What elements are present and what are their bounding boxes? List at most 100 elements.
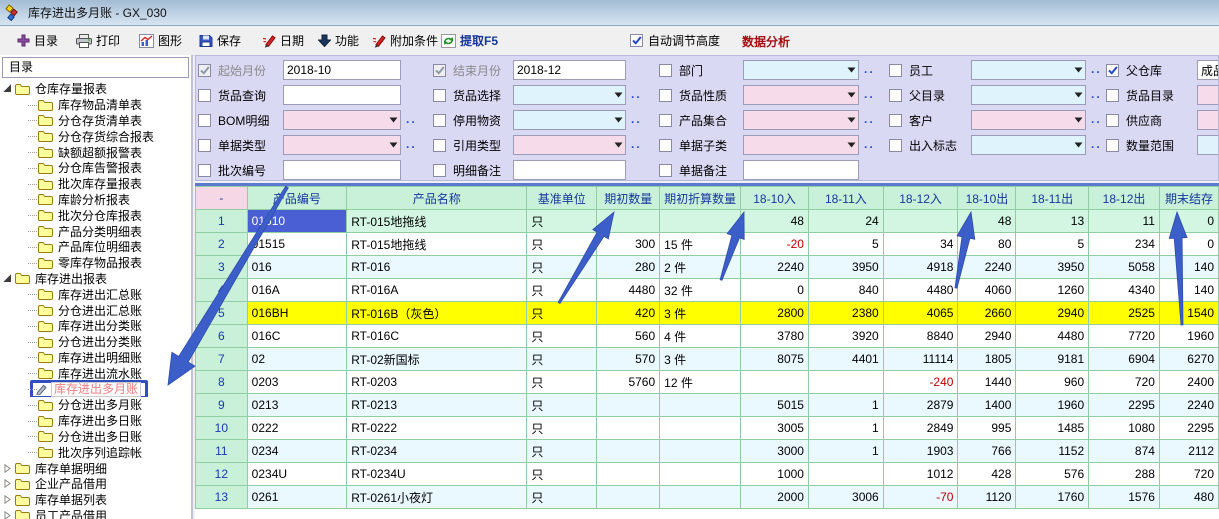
tree-item[interactable]: 分仓存货综合报表 [0,128,191,144]
cell[interactable]: 只 [527,417,597,440]
cell[interactable]: 480 [1159,486,1218,509]
cell[interactable]: 80 [958,233,1016,256]
cell[interactable]: 570 [597,348,660,371]
cell[interactable] [660,394,741,417]
row-number[interactable]: 2 [196,233,248,256]
cell[interactable]: 7720 [1089,325,1160,348]
cell[interactable]: 4065 [883,302,958,325]
goods-query-checkbox[interactable] [198,89,211,102]
cell[interactable]: 只 [527,440,597,463]
qty-range-checkbox[interactable] [1106,139,1119,152]
cell[interactable] [597,417,660,440]
cell[interactable] [660,210,741,233]
cell[interactable]: 016BH [247,302,347,325]
cell[interactable]: RT-0213 [347,394,527,417]
cell[interactable]: 9181 [1016,348,1089,371]
cell[interactable]: 3950 [808,256,883,279]
column-header[interactable]: 18-12入 [883,187,958,210]
cell[interactable]: 只 [527,394,597,417]
menu-button[interactable]: 目录 [14,30,61,51]
cell[interactable]: 2112 [1159,440,1218,463]
start-month-checkbox[interactable] [198,64,211,77]
cell[interactable]: 2879 [883,394,958,417]
ellipsis-button[interactable]: .. [864,87,875,101]
cell[interactable]: 3 件 [660,302,741,325]
cell[interactable]: 0234U [247,463,347,486]
cell[interactable]: 288 [1089,463,1160,486]
parent-category-dropdown[interactable] [971,85,1086,105]
cell[interactable] [741,371,809,394]
column-header[interactable]: 基准单位 [527,187,597,210]
tree-item[interactable]: 批次分仓库报表 [0,207,191,223]
save-button[interactable]: 保存 [196,30,244,51]
cell[interactable]: 2660 [958,302,1016,325]
cell[interactable] [808,463,883,486]
customer-checkbox[interactable] [889,114,902,127]
date-button[interactable]: 日期 [259,30,307,51]
cell[interactable]: RT-02新国标 [347,348,527,371]
column-header[interactable]: 产品名称 [347,187,527,210]
goods-property-checkbox[interactable] [659,89,672,102]
cell[interactable]: RT-0261小夜灯 [347,486,527,509]
cell[interactable]: 874 [1089,440,1160,463]
cell[interactable] [660,440,741,463]
cell[interactable]: 2380 [808,302,883,325]
cell[interactable]: 8840 [883,325,958,348]
tree-item[interactable]: 零库存物品报表 [0,255,191,271]
cell[interactable]: 428 [958,463,1016,486]
cell[interactable]: 4340 [1089,279,1160,302]
cell[interactable]: 2295 [1159,417,1218,440]
cell[interactable]: RT-016A [347,279,527,302]
cell[interactable]: 016A [247,279,347,302]
row-number[interactable]: 5 [196,302,248,325]
cell[interactable]: 016 [247,256,347,279]
chart-button[interactable]: 图形 [136,30,185,51]
column-header[interactable]: 18-12出 [1089,187,1160,210]
cell[interactable]: 0 [1159,210,1218,233]
cell[interactable] [597,463,660,486]
cell[interactable]: 1152 [1016,440,1089,463]
row-number[interactable]: 3 [196,256,248,279]
cell[interactable]: 2240 [1159,394,1218,417]
function-button[interactable]: 功能 [315,30,362,51]
cell[interactable]: 只 [527,256,597,279]
cell[interactable]: 1805 [958,348,1016,371]
row-number[interactable]: 7 [196,348,248,371]
disabled-material-dropdown[interactable] [513,110,626,130]
cell[interactable]: 4480 [1016,325,1089,348]
tree-item[interactable]: 库存进出明细账 [0,350,191,366]
doc-remark-input[interactable] [743,160,859,180]
tree-item[interactable]: 批次库存量报表 [0,176,191,192]
cell[interactable]: -240 [883,371,958,394]
cell[interactable]: 3005 [741,417,809,440]
cell[interactable] [660,486,741,509]
cell[interactable] [597,440,660,463]
tree-item[interactable]: 产品分类明细表 [0,223,191,239]
cell[interactable]: 1960 [1159,325,1218,348]
cell[interactable]: 5760 [597,371,660,394]
cell[interactable]: 3950 [1016,256,1089,279]
cell[interactable]: 15 件 [660,233,741,256]
cell[interactable]: 4480 [883,279,958,302]
ellipsis-button[interactable]: .. [406,137,417,151]
cell[interactable]: 34 [883,233,958,256]
cell[interactable]: RT-0234 [347,440,527,463]
cell[interactable]: 1 [808,440,883,463]
cell[interactable]: 只 [527,371,597,394]
cell[interactable]: 32 件 [660,279,741,302]
ref-type-checkbox[interactable] [433,139,446,152]
parent-category-checkbox[interactable] [889,89,902,102]
cell[interactable]: 只 [527,348,597,371]
tree-item[interactable]: 员工产品借用 [0,508,191,519]
cell[interactable]: RT-0234U [347,463,527,486]
row-number[interactable]: 12 [196,463,248,486]
tree-item[interactable]: 分仓库告警报表 [0,160,191,176]
cell[interactable]: 01510 [247,210,347,233]
cell[interactable]: 2240 [741,256,809,279]
cell[interactable]: 1260 [1016,279,1089,302]
row-number[interactable]: 4 [196,279,248,302]
cell[interactable]: 只 [527,302,597,325]
cell[interactable]: 3920 [808,325,883,348]
tree-item-selected[interactable]: 库存进出多月账 [0,381,191,397]
cell[interactable]: 4480 [597,279,660,302]
